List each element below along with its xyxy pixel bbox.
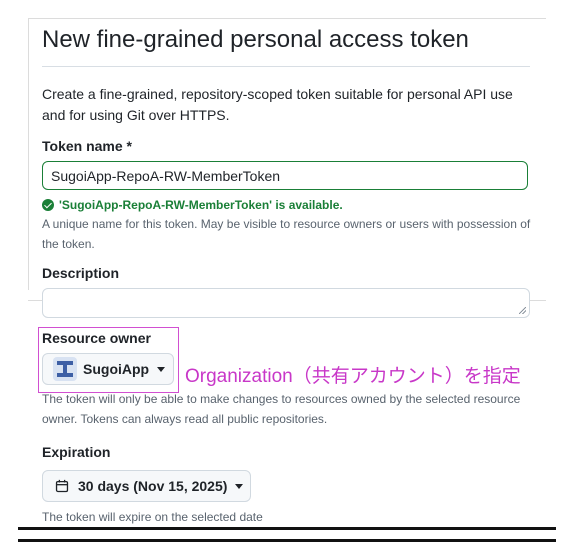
- page-intro: Create a fine-grained, repository-scoped…: [42, 86, 513, 123]
- expiration-label: Expiration: [42, 444, 111, 460]
- bottom-border-line: [18, 527, 556, 530]
- caret-down-icon: [157, 366, 166, 372]
- description-textarea[interactable]: [42, 288, 530, 318]
- expiration-hint: The token will expire on the selected da…: [42, 510, 263, 524]
- token-name-input[interactable]: SugoiApp-RepoA-RW-MemberToken: [42, 161, 528, 190]
- expiration-dropdown[interactable]: 30 days (Nov 15, 2025): [42, 470, 251, 502]
- check-circle-icon: [42, 199, 54, 211]
- annotation-text: Organization（共有アカウント）を指定: [185, 366, 521, 387]
- panel-frame-top: [28, 18, 546, 19]
- calendar-icon: [55, 479, 69, 493]
- resource-owner-dropdown[interactable]: SugoiApp: [42, 353, 174, 385]
- panel-frame-left: [28, 18, 29, 290]
- caret-down-icon: [235, 483, 244, 489]
- bottom-border-line: [18, 539, 556, 542]
- description-label: Description: [42, 265, 120, 281]
- organization-avatar-icon: [53, 357, 77, 381]
- token-name-value: SugoiApp-RepoA-RW-MemberToken: [51, 168, 281, 184]
- resize-grip-icon[interactable]: [519, 307, 526, 314]
- resource-owner-label: Resource owner: [42, 330, 151, 346]
- resource-owner-hint: The token will only be able to make chan…: [42, 392, 521, 426]
- token-name-label: Token name *: [42, 138, 132, 154]
- validation-text: 'SugoiApp-RepoA-RW-MemberToken' is avail…: [59, 198, 343, 212]
- token-name-hint: A unique name for this token. May be vis…: [42, 217, 531, 251]
- resource-owner-selected: SugoiApp: [83, 361, 150, 377]
- page-title: New fine-grained personal access token: [42, 26, 469, 53]
- token-name-validation: 'SugoiApp-RepoA-RW-MemberToken' is avail…: [42, 198, 343, 212]
- expiration-selected: 30 days (Nov 15, 2025): [78, 478, 228, 494]
- title-divider: [42, 66, 530, 67]
